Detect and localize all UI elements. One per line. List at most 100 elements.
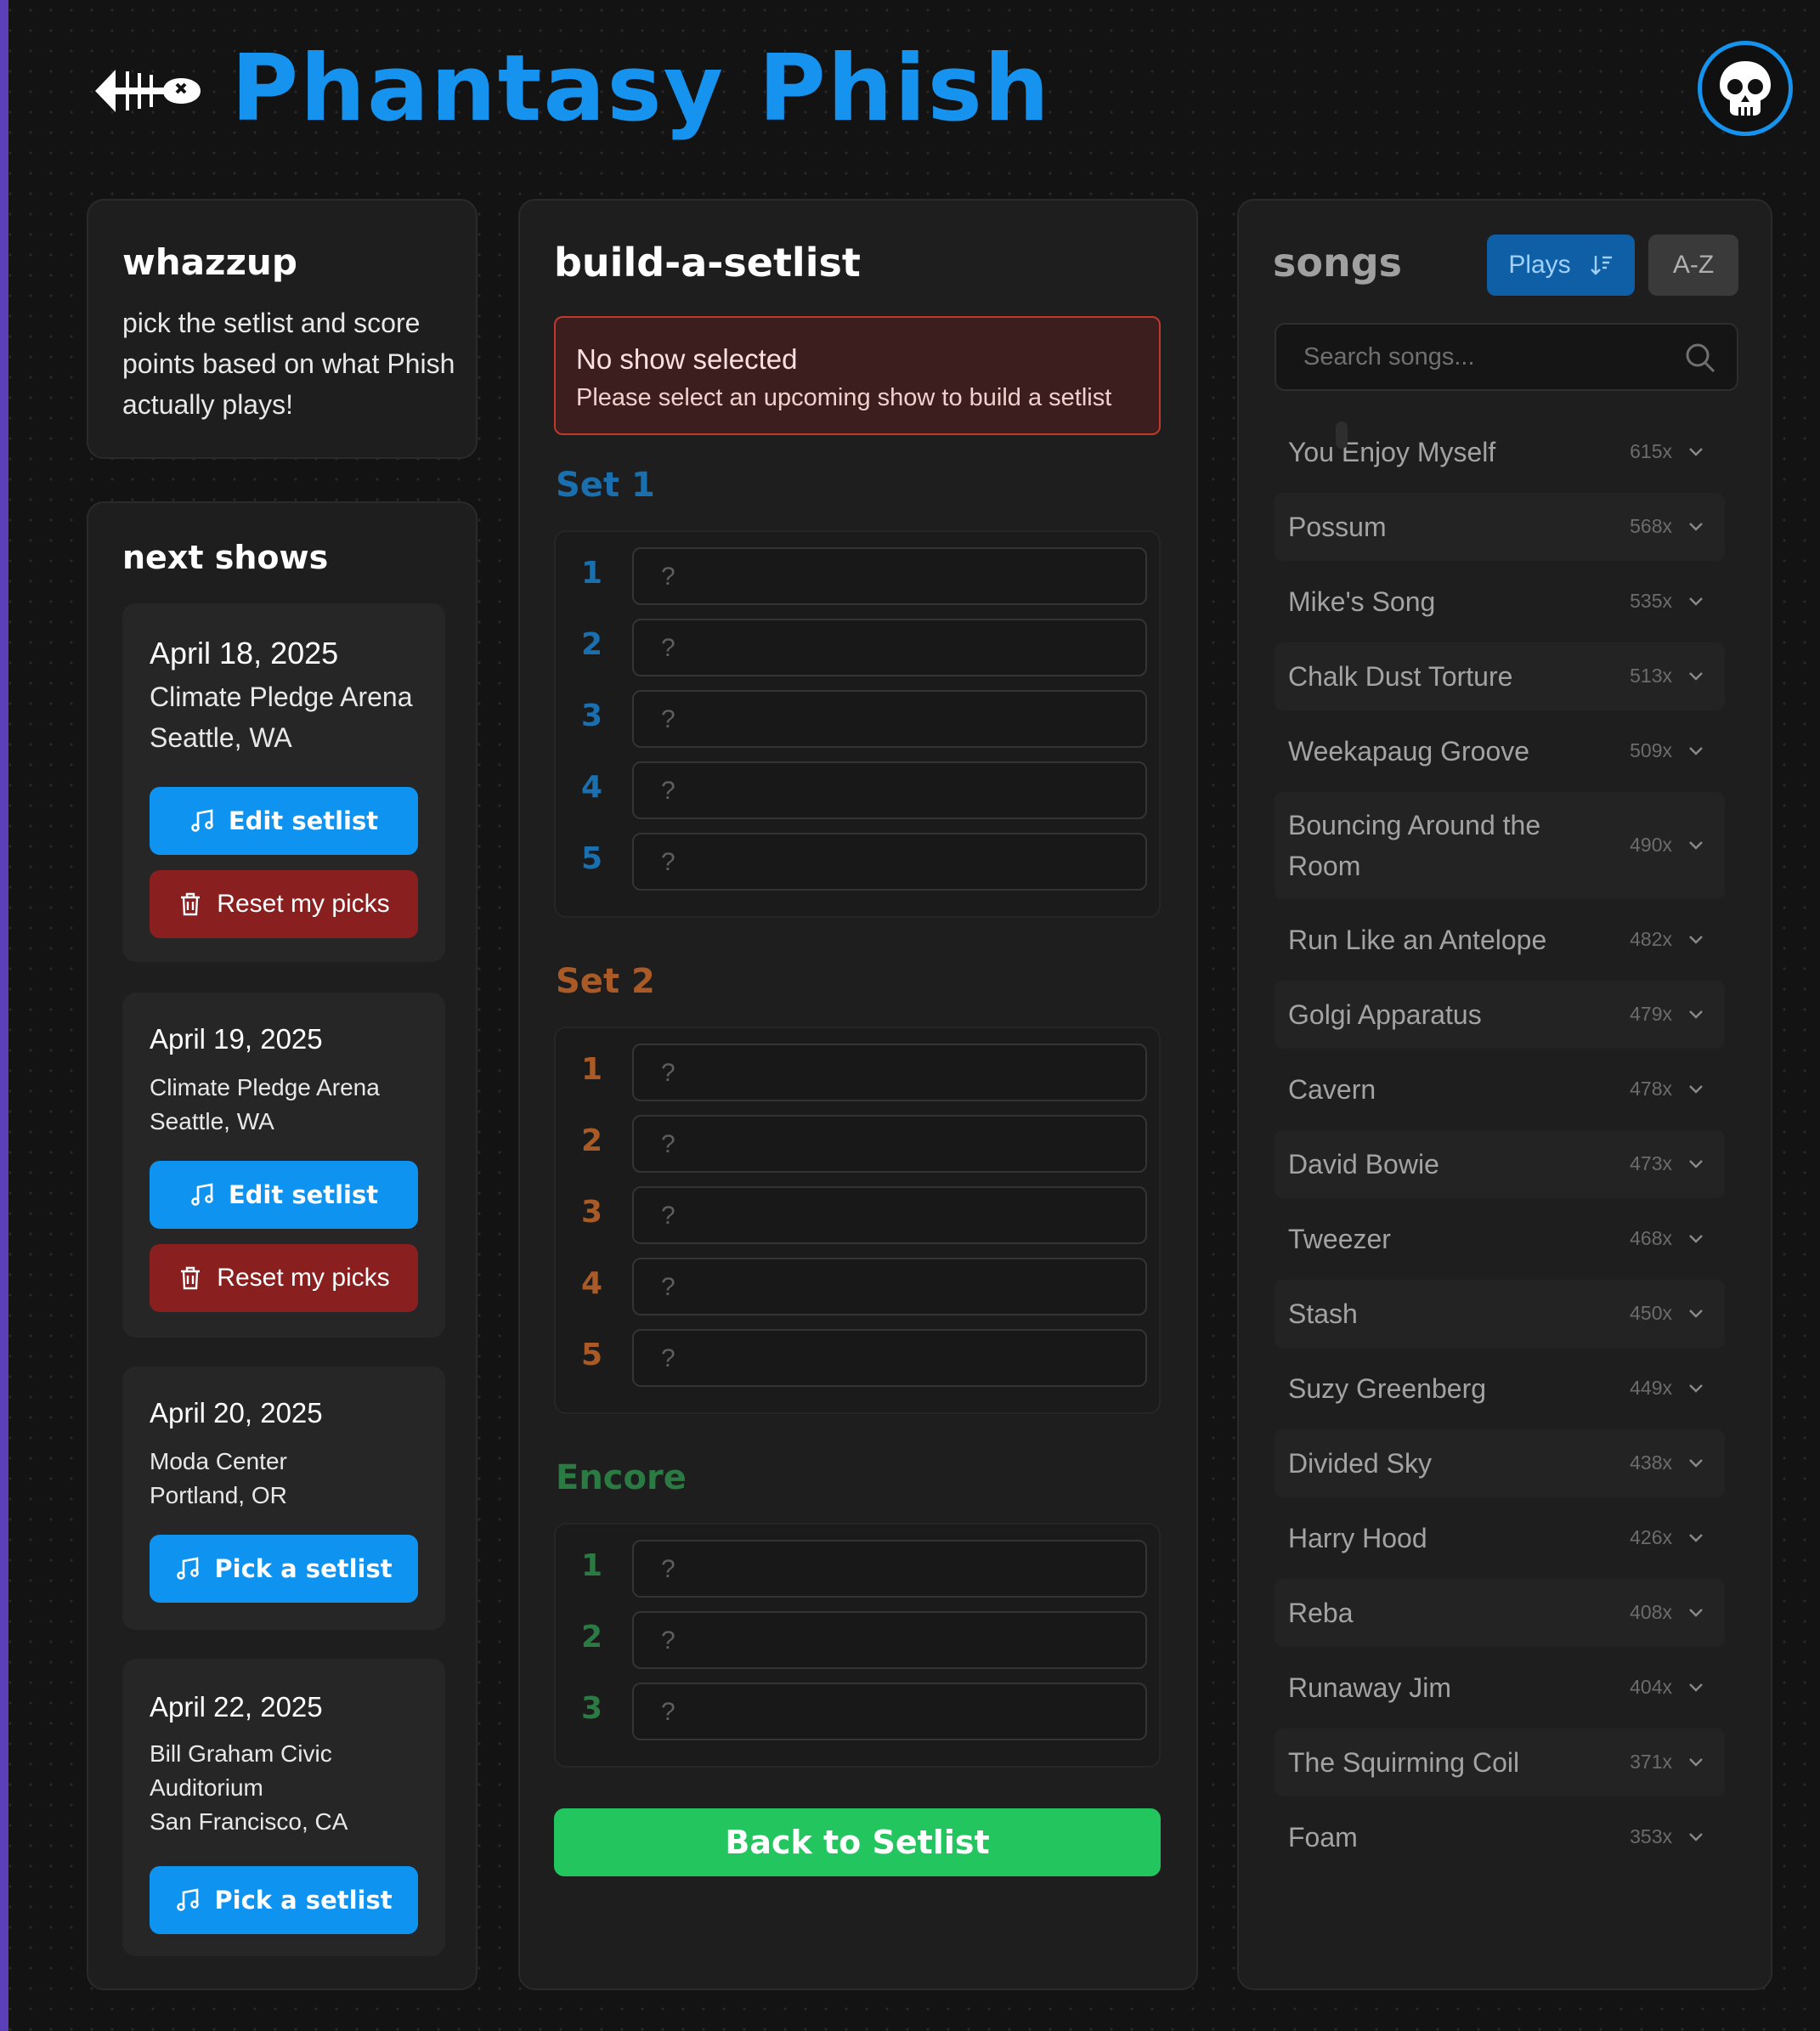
slot-field[interactable]: ?	[632, 1329, 1147, 1387]
edit-setlist-button[interactable]: Edit setlist	[150, 1161, 418, 1229]
song-item[interactable]: Cavern 478x	[1275, 1055, 1725, 1123]
chevron-down-icon[interactable]	[1687, 1831, 1704, 1843]
next-shows-panel: next shows April 18, 2025 Climate Pledge…	[87, 501, 478, 1990]
song-item[interactable]: Runaway Jim 404x	[1275, 1654, 1725, 1722]
song-item[interactable]: Suzy Greenberg 449x	[1275, 1355, 1725, 1423]
sort-plays-button[interactable]: Plays	[1487, 235, 1635, 296]
slot-field[interactable]: ?	[632, 619, 1147, 676]
slot-field[interactable]: ?	[632, 1611, 1147, 1669]
song-item[interactable]: Mike's Song 535x	[1275, 568, 1725, 636]
chevron-down-icon[interactable]	[1687, 745, 1704, 757]
edit-setlist-label: Edit setlist	[228, 806, 379, 835]
next-shows-title: next shows	[122, 539, 329, 576]
slot-field[interactable]: ?	[632, 690, 1147, 748]
slot-number: 1	[581, 556, 603, 591]
search-input[interactable]	[1276, 325, 1684, 389]
sort-plays-label: Plays	[1508, 251, 1571, 279]
slot-field[interactable]: ?	[632, 761, 1147, 819]
song-play-count: 479x	[1630, 1003, 1672, 1025]
chevron-down-icon[interactable]	[1687, 1532, 1704, 1544]
chevron-down-icon[interactable]	[1687, 1009, 1704, 1021]
music-note-icon	[177, 1888, 200, 1911]
pick-setlist-button[interactable]: Pick a setlist	[150, 1866, 418, 1934]
chevron-down-icon[interactable]	[1687, 1682, 1704, 1694]
song-item[interactable]: The Squirming Coil 371x	[1275, 1728, 1725, 1796]
song-item[interactable]: Chalk Dust Torture 513x	[1275, 642, 1725, 710]
show-card: April 18, 2025 Climate Pledge Arena Seat…	[122, 603, 445, 962]
song-item[interactable]: Tweezer 468x	[1275, 1205, 1725, 1273]
chevron-down-icon[interactable]	[1687, 840, 1704, 851]
song-play-count: 473x	[1630, 1152, 1672, 1174]
chevron-down-icon[interactable]	[1687, 1607, 1704, 1619]
music-note-icon	[191, 1183, 213, 1206]
song-name: Bouncing Around the Room	[1288, 810, 1541, 881]
song-name: Divided Sky	[1288, 1448, 1432, 1479]
song-item[interactable]: David Bowie 473x	[1275, 1130, 1725, 1198]
sort-az-button[interactable]: A-Z	[1648, 235, 1738, 296]
set-slots: 1? 2? 3?	[554, 1523, 1161, 1768]
pick-setlist-label: Pick a setlist	[214, 1886, 393, 1915]
search-icon[interactable]	[1684, 342, 1716, 374]
setlist-slot: 5?	[556, 1329, 1162, 1387]
slot-field[interactable]: ?	[632, 1258, 1147, 1315]
chevron-down-icon[interactable]	[1687, 1383, 1704, 1395]
chevron-down-icon[interactable]	[1687, 1083, 1704, 1095]
song-item[interactable]: Golgi Apparatus 479x	[1275, 981, 1725, 1049]
setlist-slot: 1?	[556, 1540, 1162, 1598]
song-play-count: 408x	[1630, 1601, 1672, 1623]
song-item[interactable]: Foam 353x	[1275, 1803, 1725, 1871]
set-label: Encore	[556, 1458, 687, 1497]
song-item[interactable]: Harry Hood 426x	[1275, 1504, 1725, 1572]
chevron-down-icon[interactable]	[1687, 1457, 1704, 1469]
edit-setlist-button[interactable]: Edit setlist	[150, 787, 418, 855]
song-list-scrollbar[interactable]	[1336, 421, 1348, 449]
song-item[interactable]: Possum 568x	[1275, 493, 1725, 561]
reset-picks-button[interactable]: Reset my picks	[150, 870, 418, 938]
slot-number: 3	[581, 1691, 603, 1726]
song-name: Golgi Apparatus	[1288, 999, 1482, 1030]
chevron-down-icon[interactable]	[1687, 596, 1704, 608]
song-item[interactable]: Divided Sky 438x	[1275, 1429, 1725, 1497]
slot-field[interactable]: ?	[632, 1683, 1147, 1740]
slot-field[interactable]: ?	[632, 1186, 1147, 1244]
chevron-down-icon[interactable]	[1687, 1757, 1704, 1768]
chevron-down-icon[interactable]	[1687, 934, 1704, 946]
setlist-slot: 3?	[556, 1186, 1162, 1244]
chevron-down-icon[interactable]	[1687, 1233, 1704, 1245]
avatar[interactable]	[1698, 41, 1793, 136]
chevron-down-icon[interactable]	[1687, 1158, 1704, 1170]
slot-field[interactable]: ?	[632, 1115, 1147, 1173]
setlist-slot: 5?	[556, 833, 1162, 891]
back-to-setlist-button[interactable]: Back to Setlist	[554, 1808, 1161, 1876]
song-name: Reba	[1288, 1598, 1354, 1628]
alert-message: Please select an upcoming show to build …	[576, 384, 1112, 411]
show-venue: Climate Pledge Arena	[150, 682, 413, 712]
slot-field[interactable]: ?	[632, 1044, 1147, 1101]
song-play-count: 426x	[1630, 1526, 1672, 1548]
song-name: Chalk Dust Torture	[1288, 661, 1513, 692]
song-item[interactable]: Stash 450x	[1275, 1280, 1725, 1348]
chevron-down-icon[interactable]	[1687, 1308, 1704, 1320]
trash-icon	[181, 1266, 201, 1290]
setlist-slot: 1?	[556, 1044, 1162, 1101]
songs-title: songs	[1273, 240, 1403, 286]
song-item[interactable]: Run Like an Antelope 482x	[1275, 906, 1725, 974]
song-item[interactable]: Reba 408x	[1275, 1579, 1725, 1647]
chevron-down-icon[interactable]	[1687, 670, 1704, 682]
song-item[interactable]: Weekapaug Groove 509x	[1275, 717, 1725, 785]
setlist-slot: 4?	[556, 1258, 1162, 1315]
slot-number: 2	[581, 1123, 603, 1158]
song-item[interactable]: Bouncing Around the Room 490x	[1275, 792, 1725, 899]
slot-field[interactable]: ?	[632, 547, 1147, 605]
edit-setlist-label: Edit setlist	[228, 1180, 379, 1209]
reset-picks-button[interactable]: Reset my picks	[150, 1244, 418, 1312]
slot-field[interactable]: ?	[632, 833, 1147, 891]
show-card: April 19, 2025 Climate Pledge Arena Seat…	[122, 993, 445, 1338]
song-name: Runaway Jim	[1288, 1672, 1452, 1703]
show-city: San Francisco, CA	[150, 1808, 348, 1835]
chevron-down-icon[interactable]	[1687, 446, 1704, 458]
chevron-down-icon[interactable]	[1687, 521, 1704, 533]
set-label: Set 2	[556, 962, 655, 1001]
slot-field[interactable]: ?	[632, 1540, 1147, 1598]
pick-setlist-button[interactable]: Pick a setlist	[150, 1535, 418, 1603]
